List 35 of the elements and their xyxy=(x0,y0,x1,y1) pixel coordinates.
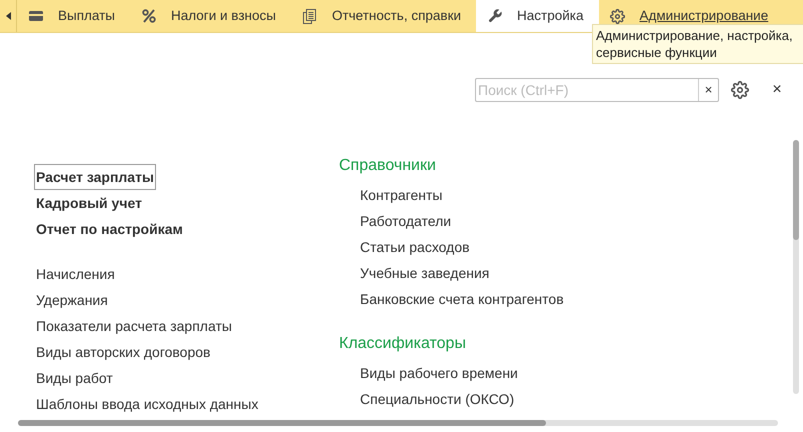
percent-icon xyxy=(142,9,156,23)
menu-link[interactable]: Шаблоны ввода исходных данных xyxy=(34,391,260,417)
menu-link[interactable]: Расчет зарплаты xyxy=(34,164,156,190)
menu-link[interactable]: Контрагенты xyxy=(360,182,564,208)
wallet-icon xyxy=(29,11,43,21)
tab[interactable]: Настройка xyxy=(476,0,598,32)
wrench-icon xyxy=(487,8,504,24)
documents-icon xyxy=(303,8,316,24)
menu-link[interactable]: Работодатели xyxy=(360,208,564,234)
clear-button[interactable]: × xyxy=(698,79,718,101)
caret-left-icon xyxy=(6,12,10,20)
search-field[interactable]: Поиск (Ctrl+F) × xyxy=(475,78,719,102)
menu-link[interactable]: Учебные заведения xyxy=(360,260,564,286)
tab[interactable]: Отчетность, справки xyxy=(290,0,476,32)
tooltip: Администрирование, настройка, сервисные функции xyxy=(592,24,803,64)
tab[interactable]: Выплаты xyxy=(17,0,130,32)
menu-link[interactable]: Удержания xyxy=(34,287,110,313)
menu-link[interactable]: Специальности (ОКСО) xyxy=(360,386,564,412)
menu-link[interactable]: Статьи расходов xyxy=(360,234,564,260)
menu-link[interactable]: Отчет по настройкам xyxy=(34,216,185,242)
section-title: Классификаторы xyxy=(339,334,467,354)
menu-link[interactable]: Виды авторских договоров xyxy=(34,339,212,365)
tab[interactable]: Налоги и взносы xyxy=(130,0,291,32)
menu-link[interactable]: Виды работ xyxy=(34,365,115,391)
menu-link[interactable]: Банковские счета контрагентов xyxy=(360,286,564,312)
settings-icon xyxy=(731,81,749,99)
menu-link[interactable]: Начисления xyxy=(34,261,117,287)
vertical-scrollbar[interactable] xyxy=(793,140,799,394)
gear-icon xyxy=(610,8,625,24)
horizontal-scrollbar[interactable] xyxy=(18,420,778,426)
section-title: Справочники xyxy=(339,156,437,176)
menu-link[interactable]: Кадровый учет xyxy=(34,190,144,216)
close-button[interactable]: × xyxy=(767,78,787,102)
menu-link[interactable]: Виды рабочего времени xyxy=(360,360,564,386)
menu-link[interactable]: Показатели расчета зарплаты xyxy=(34,313,234,339)
